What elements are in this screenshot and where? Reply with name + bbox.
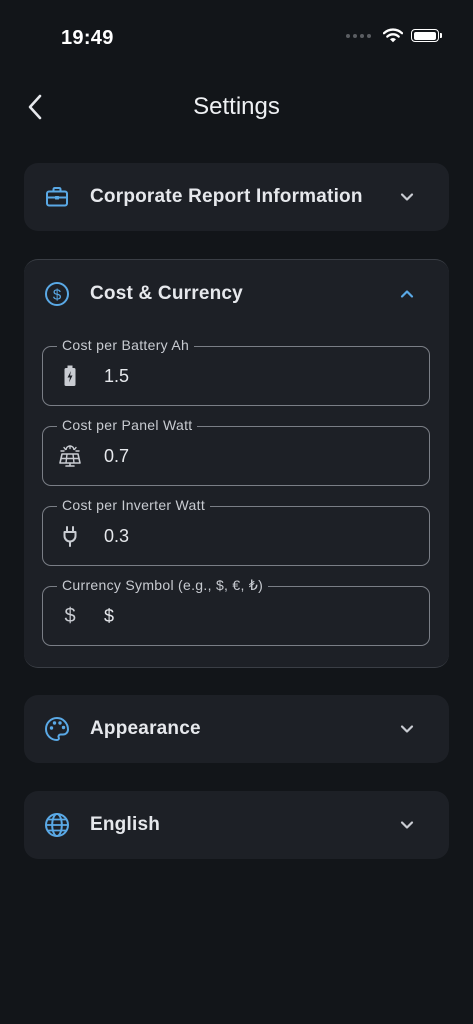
status-bar: 19:49: [0, 0, 473, 70]
battery-cost-value: 1.5: [104, 366, 130, 386]
dollar-sign-icon: $: [64, 604, 76, 627]
field-label: Cost per Battery Ah: [57, 337, 195, 353]
panel-cost-field[interactable]: Cost per Panel Watt 0.7: [42, 417, 430, 486]
appearance-title: Appearance: [90, 718, 201, 739]
chevron-down-icon: [395, 813, 419, 837]
panel-cost-value: 0.7: [104, 446, 130, 466]
cost-currency-title: Cost & Currency: [90, 283, 243, 304]
palette-icon: [44, 716, 70, 742]
corporate-report-section: Corporate Report Information: [24, 163, 449, 231]
currency-symbol-field[interactable]: Currency Symbol (e.g., $, €, ₺) $ $: [42, 577, 430, 646]
chevron-down-icon: [395, 717, 419, 741]
inverter-cost-value: 0.3: [104, 526, 130, 546]
status-time: 19:49: [61, 27, 114, 49]
page-title: Settings: [193, 93, 280, 120]
wifi-icon: [383, 28, 403, 43]
navigation-bar: Settings: [0, 82, 473, 132]
field-label: Currency Symbol (e.g., $, €, ₺): [57, 577, 269, 594]
solar-panel-icon: [59, 445, 81, 467]
cellular-signal-icon: [346, 33, 371, 38]
chevron-down-icon: [395, 185, 419, 209]
battery-icon: [411, 29, 442, 42]
battery-charging-icon: [59, 365, 81, 387]
plug-icon: [59, 525, 81, 547]
cost-currency-section: $ Cost & Currency Cost per Battery Ah 1.…: [24, 259, 449, 668]
appearance-header[interactable]: Appearance: [24, 695, 449, 763]
svg-text:$: $: [53, 287, 62, 304]
inverter-cost-field[interactable]: Cost per Inverter Watt 0.3: [42, 497, 430, 566]
field-label: Cost per Panel Watt: [57, 417, 198, 433]
briefcase-icon: [44, 184, 70, 210]
battery-cost-field[interactable]: Cost per Battery Ah 1.5: [42, 337, 430, 406]
dollar-circle-icon: $: [44, 281, 70, 307]
language-title: English: [90, 814, 161, 835]
appearance-section: Appearance: [24, 695, 449, 763]
corporate-report-header[interactable]: Corporate Report Information: [24, 163, 449, 231]
currency-symbol-value: $: [104, 606, 115, 626]
language-header[interactable]: English: [24, 791, 449, 859]
corporate-report-title: Corporate Report Information: [90, 186, 363, 207]
cost-currency-header[interactable]: $ Cost & Currency: [24, 260, 449, 328]
status-icons: [346, 28, 442, 43]
chevron-up-icon: [395, 282, 419, 306]
field-label: Cost per Inverter Watt: [57, 497, 211, 513]
globe-icon: [44, 812, 70, 838]
language-section: English: [24, 791, 449, 859]
